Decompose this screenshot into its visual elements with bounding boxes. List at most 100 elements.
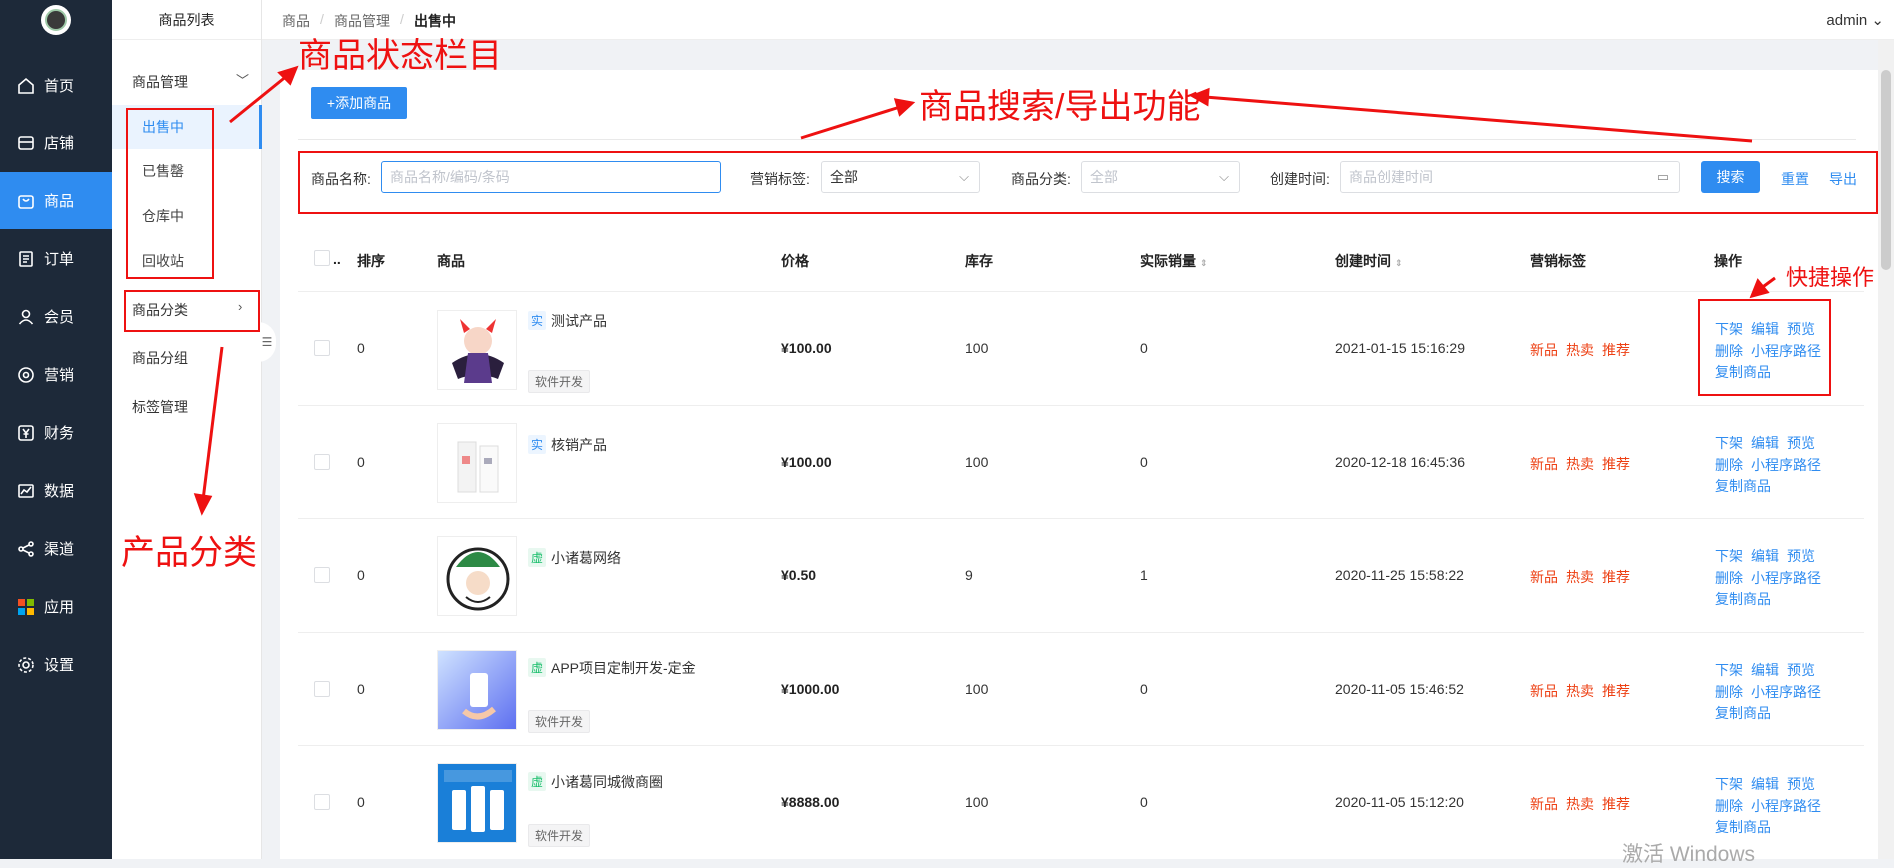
row-checkbox[interactable] — [314, 794, 330, 810]
nav-store[interactable]: 店铺 — [0, 114, 112, 171]
subnav-group-goods-management[interactable]: 商品管理 — [132, 72, 188, 92]
select-all-checkbox[interactable] — [314, 250, 330, 266]
product-type-badge: 虚 — [528, 658, 547, 677]
row-checkbox[interactable] — [314, 454, 330, 470]
nav-apps[interactable]: 应用 — [0, 578, 112, 635]
nav-label: 营销 — [44, 367, 75, 384]
action-delete[interactable]: 删除 — [1715, 455, 1743, 475]
action-edit[interactable]: 编辑 — [1751, 660, 1779, 680]
action-copy[interactable]: 复制商品 — [1715, 476, 1771, 496]
column-header-marketing: 营销标签 — [1530, 253, 1586, 269]
row-sales: 0 — [1140, 794, 1148, 810]
row-sales: 0 — [1140, 681, 1148, 697]
nav-members[interactable]: 会员 — [0, 288, 112, 345]
action-miniapp-path[interactable]: 小程序路径 — [1751, 455, 1821, 475]
row-order: 0 — [357, 340, 365, 356]
column-header-sort: .. — [333, 251, 341, 267]
product-name[interactable]: 小诸葛网络 — [551, 548, 621, 568]
action-unlist[interactable]: 下架 — [1715, 433, 1743, 453]
product-thumbnail[interactable] — [437, 763, 517, 843]
chevron-down-icon: ⌄ — [1871, 12, 1884, 29]
scrollbar-thumb[interactable] — [1881, 70, 1891, 270]
action-delete[interactable]: 删除 — [1715, 568, 1743, 588]
row-divider — [298, 745, 1864, 746]
column-header-created[interactable]: 创建时间 ⇕ — [1335, 251, 1403, 271]
nav-finance[interactable]: 财务 — [0, 404, 112, 461]
action-edit[interactable]: 编辑 — [1751, 546, 1779, 566]
product-tag: 软件开发 — [528, 710, 591, 733]
action-preview[interactable]: 预览 — [1787, 774, 1815, 794]
divider — [298, 139, 1856, 140]
collapse-menu-icon[interactable]: ☰ — [258, 322, 276, 362]
row-checkbox[interactable] — [314, 681, 330, 697]
action-delete[interactable]: 删除 — [1715, 796, 1743, 816]
product-name[interactable]: APP项目定制开发-定金 — [551, 658, 696, 678]
row-price: ¥0.50 — [781, 567, 817, 583]
column-header-sales[interactable]: 实际销量 ⇕ — [1140, 251, 1208, 271]
product-type-badge: 实 — [528, 311, 547, 330]
action-copy[interactable]: 复制商品 — [1715, 589, 1771, 609]
action-miniapp-path[interactable]: 小程序路径 — [1751, 796, 1821, 816]
scrollbar[interactable] — [1878, 40, 1894, 859]
row-created: 2020-11-05 15:46:52 — [1335, 681, 1464, 697]
user-menu[interactable]: admin ⌄ — [1826, 11, 1884, 29]
action-unlist[interactable]: 下架 — [1715, 546, 1743, 566]
product-name[interactable]: 测试产品 — [551, 311, 607, 331]
marketing-tag-new: 新品 — [1530, 342, 1558, 358]
nav-data[interactable]: 数据 — [0, 462, 112, 519]
subnav-link-tags[interactable]: 标签管理 — [132, 397, 188, 417]
product-thumbnail[interactable] — [437, 310, 517, 390]
nav-goods[interactable]: 商品 — [0, 172, 112, 229]
row-price: ¥100.00 — [781, 454, 832, 470]
marketing-tag-hot: 热卖 — [1566, 796, 1594, 812]
action-miniapp-path[interactable]: 小程序路径 — [1751, 568, 1821, 588]
row-checkbox[interactable] — [314, 567, 330, 583]
subnav-link-group[interactable]: 商品分组 — [132, 348, 188, 368]
nav-label: 财务 — [44, 425, 75, 442]
product-type-badge: 虚 — [528, 548, 547, 567]
product-tag: 软件开发 — [528, 824, 591, 847]
nav-label: 订单 — [44, 251, 75, 268]
product-name[interactable]: 核销产品 — [551, 435, 607, 455]
yen-icon — [17, 424, 35, 442]
action-copy[interactable]: 复制商品 — [1715, 703, 1771, 723]
nav-channel[interactable]: 渠道 — [0, 520, 112, 577]
nav-home[interactable]: 首页 — [0, 57, 112, 114]
annotation-product-category: 产品分类 — [121, 534, 257, 572]
logo[interactable] — [0, 0, 112, 40]
action-unlist[interactable]: 下架 — [1715, 774, 1743, 794]
action-delete[interactable]: 删除 — [1715, 682, 1743, 702]
column-header-actions: 操作 — [1714, 253, 1742, 269]
nav-label: 店铺 — [44, 135, 75, 152]
column-header-order: 排序 — [357, 253, 385, 269]
row-checkbox[interactable] — [314, 340, 330, 356]
row-stock: 100 — [965, 681, 989, 697]
action-miniapp-path[interactable]: 小程序路径 — [1751, 682, 1821, 702]
nav-orders[interactable]: 订单 — [0, 230, 112, 287]
activation-watermark: 激活 Windows — [1622, 843, 1756, 866]
action-copy[interactable]: 复制商品 — [1715, 817, 1771, 837]
add-product-button[interactable]: +添加商品 — [311, 87, 407, 119]
top-bar: 商品 / 商品管理 / 出售中 admin ⌄ — [262, 0, 1894, 40]
action-preview[interactable]: 预览 — [1787, 433, 1815, 453]
marketing-tag-new: 新品 — [1530, 683, 1558, 699]
action-preview[interactable]: 预览 — [1787, 546, 1815, 566]
row-created: 2021-01-15 15:16:29 — [1335, 340, 1465, 356]
row-sales: 1 — [1140, 567, 1148, 583]
product-thumbnail[interactable] — [437, 650, 517, 730]
action-unlist[interactable]: 下架 — [1715, 660, 1743, 680]
action-edit[interactable]: 编辑 — [1751, 774, 1779, 794]
row-created: 2020-11-25 15:58:22 — [1335, 567, 1464, 583]
marketing-tag-hot: 热卖 — [1566, 569, 1594, 585]
annotation-box-status — [126, 108, 214, 279]
marketing-tag-hot: 热卖 — [1566, 342, 1594, 358]
nav-marketing[interactable]: 营销 — [0, 346, 112, 403]
product-thumbnail[interactable] — [437, 536, 517, 616]
action-edit[interactable]: 编辑 — [1751, 433, 1779, 453]
annotation-quick-ops: 快捷操作 — [1786, 265, 1875, 290]
nav-settings[interactable]: 设置 — [0, 636, 112, 693]
action-preview[interactable]: 预览 — [1787, 660, 1815, 680]
annotation-status-bar: 商品状态栏目 — [298, 37, 502, 75]
product-thumbnail[interactable] — [437, 423, 517, 503]
product-name[interactable]: 小诸葛同城微商圈 — [551, 772, 663, 792]
